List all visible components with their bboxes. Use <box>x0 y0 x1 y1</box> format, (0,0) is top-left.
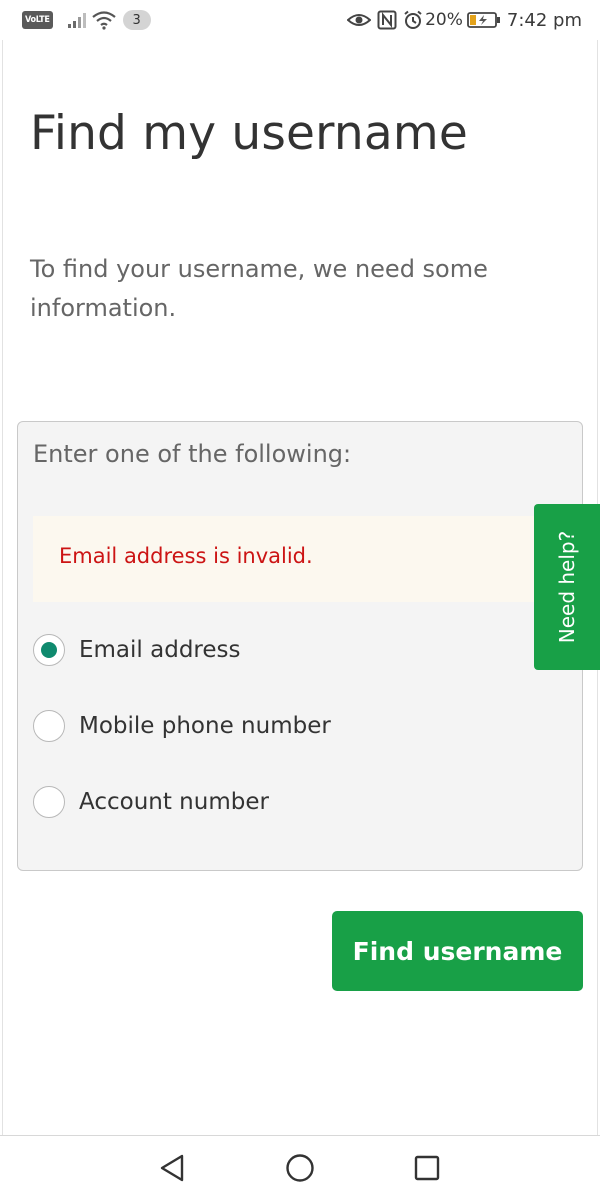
need-help-tab[interactable]: Need help? <box>534 504 600 670</box>
volte-badge: VoLTE <box>22 11 53 29</box>
find-username-button[interactable]: Find username <box>332 911 583 991</box>
error-message-box: Email address is invalid. <box>33 516 553 602</box>
nfc-icon <box>377 10 397 30</box>
recents-icon[interactable] <box>407 1150 447 1186</box>
lookup-options-panel: Enter one of the following: Email addres… <box>17 421 583 871</box>
radio-label-email: Email address <box>79 637 241 663</box>
screen: VoLTE 3 20% 7:42 pm Find my username To … <box>0 0 600 1200</box>
navigation-bar <box>0 1135 600 1200</box>
status-bar: VoLTE 3 20% 7:42 pm <box>0 0 600 40</box>
error-message: Email address is invalid. <box>59 544 313 568</box>
radio-button-email[interactable] <box>33 634 65 666</box>
signal-icon <box>67 11 89 29</box>
radio-option-email[interactable]: Email address <box>33 634 240 666</box>
eye-icon <box>347 11 372 29</box>
notification-count-badge: 3 <box>122 10 151 30</box>
radio-selected-dot <box>41 642 57 658</box>
intro-text: To find your username, we need some info… <box>30 255 488 322</box>
clock-time: 7:42 pm <box>506 9 582 31</box>
need-help-label: Need help? <box>555 530 580 644</box>
page-title: Find my username <box>30 106 468 161</box>
wifi-icon <box>91 10 117 30</box>
radio-option-account-number[interactable]: Account number <box>33 786 269 818</box>
status-left: VoLTE 3 <box>22 10 151 30</box>
content-frame-left <box>2 40 3 1135</box>
radio-button-account-number[interactable] <box>33 786 65 818</box>
back-icon[interactable] <box>152 1150 192 1186</box>
radio-button-mobile-phone[interactable] <box>33 710 65 742</box>
alarm-icon <box>403 10 423 30</box>
panel-heading: Enter one of the following: <box>33 440 352 468</box>
battery-icon <box>466 11 501 29</box>
radio-option-mobile-phone[interactable]: Mobile phone number <box>33 710 331 742</box>
radio-label-account-number: Account number <box>79 789 269 815</box>
radio-label-mobile-phone: Mobile phone number <box>79 713 331 739</box>
battery-percent: 20% <box>425 10 463 30</box>
home-icon[interactable] <box>280 1150 320 1186</box>
status-right: 20% 7:42 pm <box>341 10 582 31</box>
